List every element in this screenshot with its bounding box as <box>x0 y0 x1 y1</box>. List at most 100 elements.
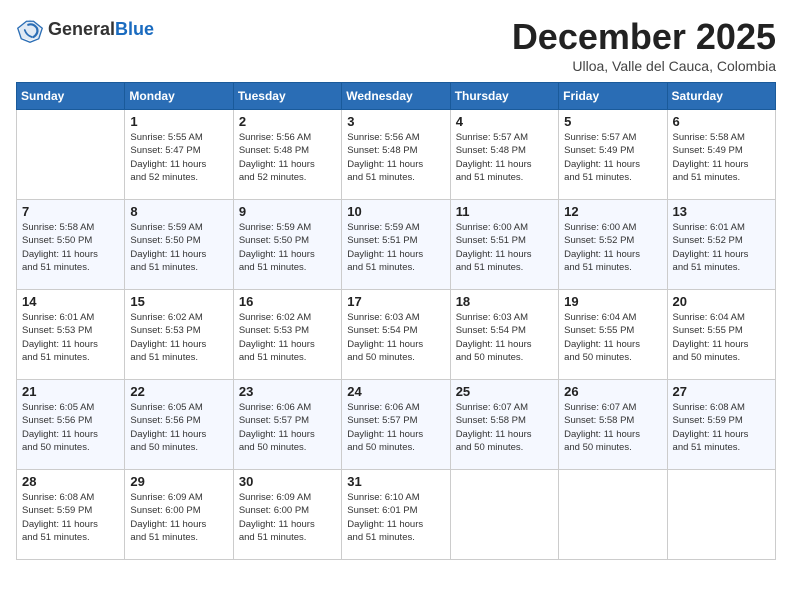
calendar-cell: 10 Sunrise: 5:59 AM Sunset: 5:51 PM Dayli… <box>342 200 450 290</box>
day-number: 3 <box>347 114 444 129</box>
day-number: 8 <box>130 204 227 219</box>
day-number: 14 <box>22 294 119 309</box>
calendar-cell: 22 Sunrise: 6:05 AM Sunset: 5:56 PM Dayli… <box>125 380 233 470</box>
day-info: Sunrise: 6:01 AM Sunset: 5:53 PM Dayligh… <box>22 311 119 364</box>
calendar-cell: 25 Sunrise: 6:07 AM Sunset: 5:58 PM Dayli… <box>450 380 558 470</box>
day-number: 2 <box>239 114 336 129</box>
day-number: 22 <box>130 384 227 399</box>
calendar-cell <box>17 110 125 200</box>
calendar-cell: 14 Sunrise: 6:01 AM Sunset: 5:53 PM Dayli… <box>17 290 125 380</box>
day-info: Sunrise: 6:09 AM Sunset: 6:00 PM Dayligh… <box>130 491 227 544</box>
day-info: Sunrise: 5:56 AM Sunset: 5:48 PM Dayligh… <box>239 131 336 184</box>
calendar-cell: 11 Sunrise: 6:00 AM Sunset: 5:51 PM Dayli… <box>450 200 558 290</box>
weekday-header-wednesday: Wednesday <box>342 83 450 110</box>
day-number: 25 <box>456 384 553 399</box>
day-number: 13 <box>673 204 770 219</box>
day-number: 19 <box>564 294 661 309</box>
calendar-cell: 2 Sunrise: 5:56 AM Sunset: 5:48 PM Daylig… <box>233 110 341 200</box>
week-row-5: 28Sunrise: 6:08 AM Sunset: 5:59 PM Dayli… <box>17 470 776 560</box>
calendar-cell: 16Sunrise: 6:02 AM Sunset: 5:53 PM Dayli… <box>233 290 341 380</box>
calendar-cell: 9 Sunrise: 5:59 AM Sunset: 5:50 PM Daylig… <box>233 200 341 290</box>
weekday-header-row: SundayMondayTuesdayWednesdayThursdayFrid… <box>17 83 776 110</box>
weekday-header-sunday: Sunday <box>17 83 125 110</box>
calendar-cell: 24Sunrise: 6:06 AM Sunset: 5:57 PM Dayli… <box>342 380 450 470</box>
day-number: 9 <box>239 204 336 219</box>
day-number: 21 <box>22 384 119 399</box>
title-block: December 2025 Ulloa, Valle del Cauca, Co… <box>512 16 776 74</box>
day-info: Sunrise: 6:10 AM Sunset: 6:01 PM Dayligh… <box>347 491 444 544</box>
calendar-cell <box>559 470 667 560</box>
day-info: Sunrise: 6:04 AM Sunset: 5:55 PM Dayligh… <box>564 311 661 364</box>
calendar-cell: 31 Sunrise: 6:10 AM Sunset: 6:01 PM Dayli… <box>342 470 450 560</box>
calendar-cell: 19 Sunrise: 6:04 AM Sunset: 5:55 PM Dayli… <box>559 290 667 380</box>
day-number: 15 <box>130 294 227 309</box>
day-info: Sunrise: 6:02 AM Sunset: 5:53 PM Dayligh… <box>239 311 336 364</box>
logo-blue-text: Blue <box>115 19 154 39</box>
logo-general-text: General <box>48 19 115 39</box>
week-row-2: 7 Sunrise: 5:58 AM Sunset: 5:50 PM Daylig… <box>17 200 776 290</box>
day-number: 17 <box>347 294 444 309</box>
day-number: 6 <box>673 114 770 129</box>
day-info: Sunrise: 6:03 AM Sunset: 5:54 PM Dayligh… <box>347 311 444 364</box>
logo: GeneralBlue <box>16 16 154 44</box>
day-number: 28 <box>22 474 119 489</box>
day-info: Sunrise: 6:05 AM Sunset: 5:56 PM Dayligh… <box>22 401 119 454</box>
day-number: 18 <box>456 294 553 309</box>
calendar-cell: 23Sunrise: 6:06 AM Sunset: 5:57 PM Dayli… <box>233 380 341 470</box>
day-number: 10 <box>347 204 444 219</box>
day-info: Sunrise: 5:57 AM Sunset: 5:48 PM Dayligh… <box>456 131 553 184</box>
logo-text: GeneralBlue <box>48 20 154 40</box>
day-info: Sunrise: 5:55 AM Sunset: 5:47 PM Dayligh… <box>130 131 227 184</box>
day-info: Sunrise: 6:00 AM Sunset: 5:52 PM Dayligh… <box>564 221 661 274</box>
weekday-header-tuesday: Tuesday <box>233 83 341 110</box>
day-number: 5 <box>564 114 661 129</box>
week-row-4: 21 Sunrise: 6:05 AM Sunset: 5:56 PM Dayli… <box>17 380 776 470</box>
calendar-cell: 30 Sunrise: 6:09 AM Sunset: 6:00 PM Dayli… <box>233 470 341 560</box>
day-info: Sunrise: 5:58 AM Sunset: 5:50 PM Dayligh… <box>22 221 119 274</box>
weekday-header-friday: Friday <box>559 83 667 110</box>
location-subtitle: Ulloa, Valle del Cauca, Colombia <box>512 58 776 74</box>
day-number: 31 <box>347 474 444 489</box>
day-info: Sunrise: 5:59 AM Sunset: 5:51 PM Dayligh… <box>347 221 444 274</box>
month-title: December 2025 <box>512 16 776 58</box>
day-number: 1 <box>130 114 227 129</box>
day-number: 27 <box>673 384 770 399</box>
day-number: 7 <box>22 204 119 219</box>
weekday-header-saturday: Saturday <box>667 83 775 110</box>
day-info: Sunrise: 6:05 AM Sunset: 5:56 PM Dayligh… <box>130 401 227 454</box>
calendar-cell: 29 Sunrise: 6:09 AM Sunset: 6:00 PM Dayli… <box>125 470 233 560</box>
calendar-cell: 7 Sunrise: 5:58 AM Sunset: 5:50 PM Daylig… <box>17 200 125 290</box>
day-info: Sunrise: 5:57 AM Sunset: 5:49 PM Dayligh… <box>564 131 661 184</box>
calendar-cell: 13Sunrise: 6:01 AM Sunset: 5:52 PM Dayli… <box>667 200 775 290</box>
day-number: 4 <box>456 114 553 129</box>
calendar-cell <box>450 470 558 560</box>
day-info: Sunrise: 6:07 AM Sunset: 5:58 PM Dayligh… <box>456 401 553 454</box>
logo-icon <box>16 16 44 44</box>
day-info: Sunrise: 6:04 AM Sunset: 5:55 PM Dayligh… <box>673 311 770 364</box>
calendar-cell: 26Sunrise: 6:07 AM Sunset: 5:58 PM Dayli… <box>559 380 667 470</box>
day-info: Sunrise: 5:59 AM Sunset: 5:50 PM Dayligh… <box>239 221 336 274</box>
calendar-cell: 21 Sunrise: 6:05 AM Sunset: 5:56 PM Dayli… <box>17 380 125 470</box>
calendar-cell: 3Sunrise: 5:56 AM Sunset: 5:48 PM Daylig… <box>342 110 450 200</box>
calendar-cell: 4 Sunrise: 5:57 AM Sunset: 5:48 PM Daylig… <box>450 110 558 200</box>
calendar-cell <box>667 470 775 560</box>
day-number: 30 <box>239 474 336 489</box>
day-number: 29 <box>130 474 227 489</box>
week-row-1: 1 Sunrise: 5:55 AM Sunset: 5:47 PM Daylig… <box>17 110 776 200</box>
calendar-cell: 12 Sunrise: 6:00 AM Sunset: 5:52 PM Dayli… <box>559 200 667 290</box>
day-number: 24 <box>347 384 444 399</box>
day-number: 11 <box>456 204 553 219</box>
day-number: 26 <box>564 384 661 399</box>
day-number: 12 <box>564 204 661 219</box>
weekday-header-thursday: Thursday <box>450 83 558 110</box>
day-info: Sunrise: 6:08 AM Sunset: 5:59 PM Dayligh… <box>673 401 770 454</box>
day-info: Sunrise: 6:00 AM Sunset: 5:51 PM Dayligh… <box>456 221 553 274</box>
day-number: 23 <box>239 384 336 399</box>
calendar-cell: 18 Sunrise: 6:03 AM Sunset: 5:54 PM Dayli… <box>450 290 558 380</box>
calendar-cell: 20 Sunrise: 6:04 AM Sunset: 5:55 PM Dayli… <box>667 290 775 380</box>
calendar-cell: 17 Sunrise: 6:03 AM Sunset: 5:54 PM Dayli… <box>342 290 450 380</box>
calendar-cell: 5 Sunrise: 5:57 AM Sunset: 5:49 PM Daylig… <box>559 110 667 200</box>
day-info: Sunrise: 6:03 AM Sunset: 5:54 PM Dayligh… <box>456 311 553 364</box>
day-info: Sunrise: 6:09 AM Sunset: 6:00 PM Dayligh… <box>239 491 336 544</box>
day-number: 20 <box>673 294 770 309</box>
